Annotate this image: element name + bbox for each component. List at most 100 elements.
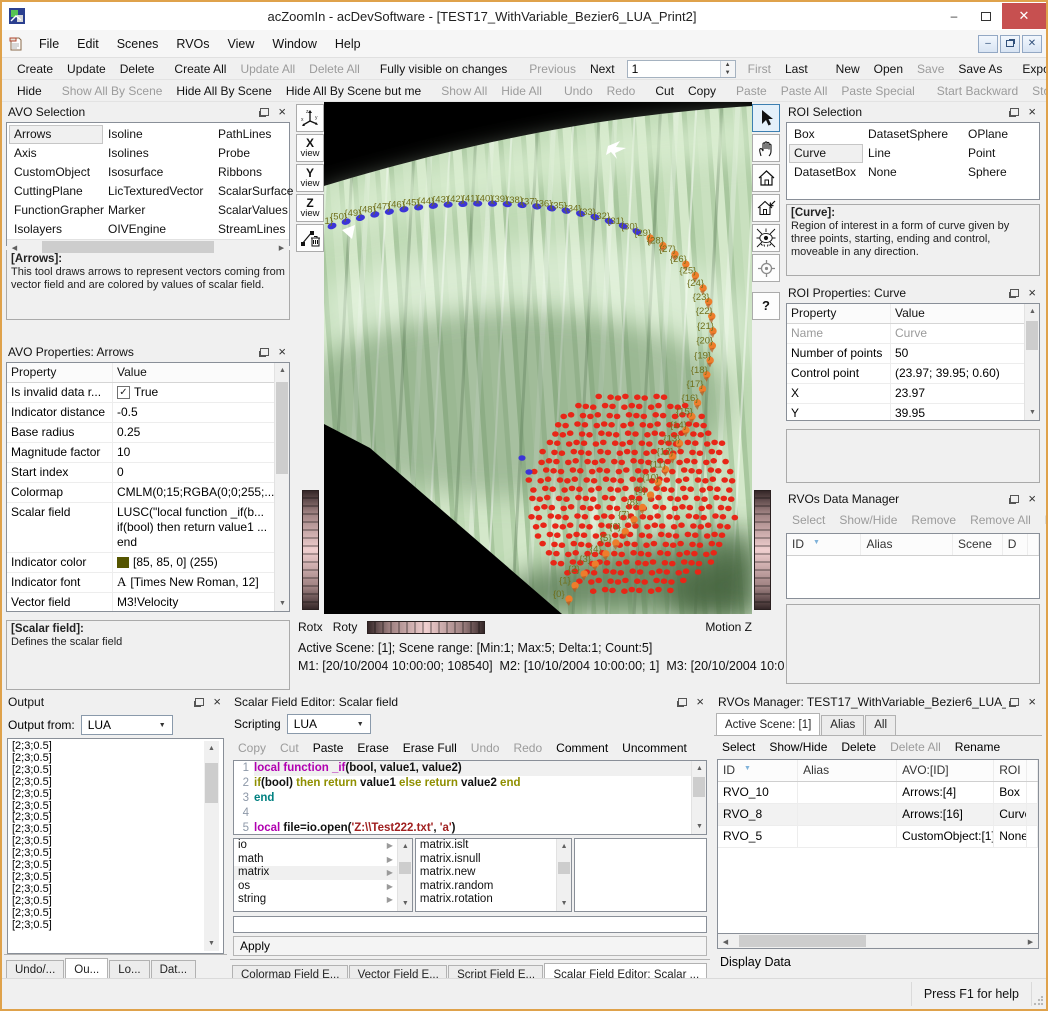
display-data-button[interactable]: Display Data — [714, 949, 1042, 977]
list-item-isolines[interactable]: Isolines — [103, 144, 213, 163]
float-panel-icon[interactable] — [260, 348, 269, 356]
toolbar-button-new[interactable]: New — [829, 59, 867, 79]
property-row-is-invalid-data-r[interactable]: Is invalid data r...✓True — [7, 383, 274, 403]
seek-mode-button[interactable] — [752, 254, 780, 282]
toolbar-button-delete[interactable]: Delete — [113, 59, 162, 79]
toolbar-button-paste[interactable]: Paste — [307, 739, 350, 757]
vertical-scrollbar[interactable]: ▲ ▼ — [274, 363, 289, 611]
toolbar-button-hide-all[interactable]: Hide All — [494, 81, 549, 101]
z-view-button[interactable]: Zview — [296, 194, 324, 222]
toolbar-button-previous[interactable]: Previous — [522, 59, 583, 79]
toolbar-button-undo[interactable]: Undo — [557, 81, 600, 101]
property-row-y[interactable]: Y39.95 — [787, 404, 1024, 420]
vertical-scrollbar[interactable]: ▲ ▼ — [204, 741, 219, 951]
list-item-probe[interactable]: Probe — [213, 144, 289, 163]
function-list[interactable]: matrix.isltmatrix.isnullmatrix.newmatrix… — [415, 838, 572, 911]
toolbar-button-delete-all[interactable]: Delete All — [302, 59, 367, 79]
toolbar-button-export[interactable]: Export — [1015, 59, 1046, 79]
vertical-scrollbar[interactable]: ▲ ▼ — [1024, 304, 1039, 420]
library-item-math[interactable]: math▶ — [234, 853, 397, 866]
x-view-button[interactable]: Xview — [296, 134, 324, 162]
scene-number-input[interactable] — [628, 61, 720, 77]
toolbar-button-hide-all-by-scene[interactable]: Hide All By Scene — [169, 81, 278, 101]
toolbar-button-save-as[interactable]: Save As — [951, 59, 1009, 79]
scene-number-spinner[interactable]: ▲▼ — [627, 60, 736, 78]
tab-all[interactable]: All — [865, 715, 896, 735]
output-log-list[interactable]: [2;3;0.5][2;3;0.5][2;3;0.5][2;3;0.5][2;3… — [7, 738, 224, 954]
scroll-right-icon[interactable]: ▶ — [1023, 934, 1038, 949]
list-item-isoline[interactable]: Isoline — [103, 125, 213, 144]
toolbar-button-paste[interactable]: Paste — [729, 81, 774, 101]
toolbar-button-fully-visible-on-changes[interactable]: Fully visible on changes — [373, 59, 514, 79]
horizontal-scrollbar[interactable]: ◀ ▶ — [7, 239, 289, 254]
list-item-oivengine[interactable]: OIVEngine — [103, 220, 213, 239]
list-item-streamlines[interactable]: StreamLines — [213, 220, 289, 239]
property-row-start-index[interactable]: Start index0 — [7, 463, 274, 483]
toolbar-button-update-all[interactable]: Update All — [233, 59, 302, 79]
toolbar-button-hide-all-by-scene-but-me[interactable]: Hide All By Scene but me — [279, 81, 428, 101]
property-row-indicator-color[interactable]: Indicator color[85, 85, 0] (255) — [7, 553, 274, 573]
close-panel-icon[interactable]: × — [276, 346, 288, 358]
function-item-matrix-rotation[interactable]: matrix.rotation — [416, 893, 556, 906]
library-item-string[interactable]: string▶ — [234, 893, 397, 906]
library-item-matrix[interactable]: matrix▶ — [234, 866, 397, 879]
close-button[interactable]: ✕ — [1002, 3, 1046, 29]
column-header-id[interactable]: ID▼ — [787, 534, 861, 555]
scroll-down-icon[interactable]: ▼ — [204, 936, 219, 951]
toolbar-button-comment[interactable]: Comment — [550, 739, 614, 757]
property-row-scalar-field[interactable]: Scalar fieldLUSC("local function _if(b..… — [7, 503, 274, 553]
property-row-indicator-distance[interactable]: Indicator distance-0.5 — [7, 403, 274, 423]
toolbar-button-create-all[interactable]: Create All — [167, 59, 233, 79]
table-row[interactable]: RVO_5CustomObject:[1]None — [718, 826, 1038, 848]
float-panel-icon[interactable] — [1010, 495, 1019, 503]
toolbar-button-stop[interactable]: Stop — [1025, 81, 1046, 101]
close-panel-icon[interactable]: × — [1026, 287, 1038, 299]
menu-view[interactable]: View — [219, 31, 264, 57]
list-item-isolayers[interactable]: Isolayers — [9, 220, 103, 239]
close-panel-icon[interactable]: × — [694, 696, 706, 708]
minimize-button[interactable]: – — [938, 5, 970, 27]
home-view-button[interactable] — [752, 164, 780, 192]
resize-grip[interactable] — [1033, 996, 1043, 1006]
rotx-label[interactable]: Rotx — [298, 620, 323, 634]
toolbar-button-delete-all[interactable]: Delete All — [884, 738, 947, 756]
close-panel-icon[interactable]: × — [276, 106, 288, 118]
toolbar-button-next[interactable]: Next — [583, 59, 622, 79]
maximize-button[interactable] — [970, 5, 1002, 27]
menu-rvos[interactable]: RVOs — [167, 31, 218, 57]
property-row-base-radius[interactable]: Base radius0.25 — [7, 423, 274, 443]
scroll-down-icon[interactable]: ▼ — [398, 896, 413, 911]
toolbar-button-show-hide[interactable]: Show/Hide — [763, 738, 833, 756]
toolbar-button-open[interactable]: Open — [867, 59, 910, 79]
property-row-colormap[interactable]: ColormapCMLM(0;15;RGBA(0;0;255;... — [7, 483, 274, 503]
tab-ou[interactable]: Ou... — [65, 958, 108, 980]
close-panel-icon[interactable]: × — [1026, 106, 1038, 118]
vertical-scrollbar[interactable]: ▲ ▼ — [691, 761, 706, 834]
column-header-id[interactable]: ID▼ — [718, 760, 798, 781]
scroll-up-icon[interactable]: ▲ — [557, 839, 572, 854]
output-source-dropdown[interactable]: LUA▼ — [81, 715, 173, 735]
column-header-avo-id[interactable]: AVO:[ID] — [897, 760, 994, 781]
list-item-scalarsurface[interactable]: ScalarSurface — [213, 182, 289, 201]
toolbar-button-hide[interactable]: Hide — [10, 81, 49, 101]
3d-viewport[interactable]: {51}{50}{49}{48}{47}{46}{45}{44}{43}{42}… — [324, 102, 752, 614]
toolbar-button-last[interactable]: Last — [778, 59, 815, 79]
scroll-down-icon[interactable]: ▼ — [1025, 405, 1040, 420]
scripting-language-dropdown[interactable]: LUA▼ — [287, 714, 371, 734]
list-item-oplane[interactable]: OPlane — [963, 125, 1033, 144]
rot-thumbwheel[interactable] — [367, 621, 485, 634]
toolbar-button-paste-special[interactable]: Paste Special — [834, 81, 921, 101]
pick-mode-button[interactable] — [752, 104, 780, 132]
scroll-up-icon[interactable]: ▲ — [398, 839, 413, 854]
library-item-io[interactable]: io▶ — [234, 839, 397, 852]
vertical-scrollbar[interactable]: ▲ ▼ — [397, 839, 412, 910]
float-panel-icon[interactable] — [1010, 698, 1019, 706]
list-item-ribbons[interactable]: Ribbons — [213, 163, 289, 182]
float-panel-icon[interactable] — [678, 698, 687, 706]
toolbar-button-erase[interactable]: Erase — [351, 739, 394, 757]
list-item-marker[interactable]: Marker — [103, 201, 213, 220]
mdi-restore-button[interactable] — [1000, 35, 1020, 53]
list-item-point[interactable]: Point — [963, 144, 1033, 163]
toolbar-button-delete[interactable]: Delete — [835, 738, 882, 756]
property-row-x[interactable]: X23.97 — [787, 384, 1024, 404]
